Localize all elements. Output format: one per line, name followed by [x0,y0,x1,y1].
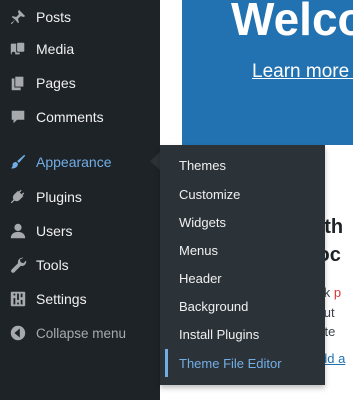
sidebar-item-label: Tools [36,257,69,273]
collapse-arrow-icon [8,323,28,343]
wrench-icon [8,255,28,275]
sidebar-item-appearance[interactable]: Appearance [0,145,160,179]
sidebar-item-pages[interactable]: Pages [0,66,160,100]
flyout-pointer [150,152,160,170]
author-text-accent: p [333,285,342,300]
collapse-menu-button[interactable]: Collapse menu [0,316,160,350]
sidebar-item-label: Users [36,223,73,239]
media-icon [8,39,28,59]
submenu-item-widgets[interactable]: Widgets [160,208,325,236]
submenu-item-install-plugins[interactable]: Install Plugins [160,320,325,348]
pin-icon [8,7,28,27]
admin-sidebar: Posts Media Pages Comments Appearance Pl… [0,0,160,400]
learn-more-link[interactable]: Learn more ab [252,61,353,83]
sidebar-item-plugins[interactable]: Plugins [0,180,160,214]
brush-icon [8,152,28,172]
appearance-submenu: Themes Customize Widgets Menus Header Ba… [160,145,325,385]
sidebar-item-label: Pages [36,75,76,91]
collapse-menu-label: Collapse menu [36,325,127,341]
plug-icon [8,187,28,207]
submenu-item-theme-file-editor[interactable]: Theme File Editor [160,349,325,377]
sidebar-item-settings[interactable]: Settings [0,282,160,316]
sidebar-item-label: Posts [36,9,72,25]
pages-icon [8,73,28,93]
submenu-item-menus[interactable]: Menus [160,236,325,264]
submenu-item-background[interactable]: Background [160,292,325,320]
sidebar-item-label: Settings [36,291,87,307]
sidebar-item-users[interactable]: Users [0,214,160,248]
sidebar-item-label: Media [36,41,75,57]
submenu-item-themes[interactable]: Themes [160,151,325,179]
sidebar-item-label: Plugins [36,189,82,205]
sidebar-item-posts[interactable]: Posts [0,0,160,34]
welcome-title: Welco [231,0,353,45]
sidebar-item-comments[interactable]: Comments [0,100,160,134]
submenu-item-header[interactable]: Header [160,264,325,292]
wp-admin-screen: Welco Learn more ab uth loc ock p yout e… [0,0,353,400]
sliders-icon [8,289,28,309]
comment-icon [8,107,28,127]
user-icon [8,221,28,241]
submenu-item-customize[interactable]: Customize [160,180,325,208]
sidebar-item-label: Comments [36,109,104,125]
sidebar-item-tools[interactable]: Tools [0,248,160,282]
sidebar-item-media[interactable]: Media [0,32,160,66]
sidebar-item-label: Appearance [36,154,112,170]
welcome-panel: Welco Learn more ab [182,0,353,145]
